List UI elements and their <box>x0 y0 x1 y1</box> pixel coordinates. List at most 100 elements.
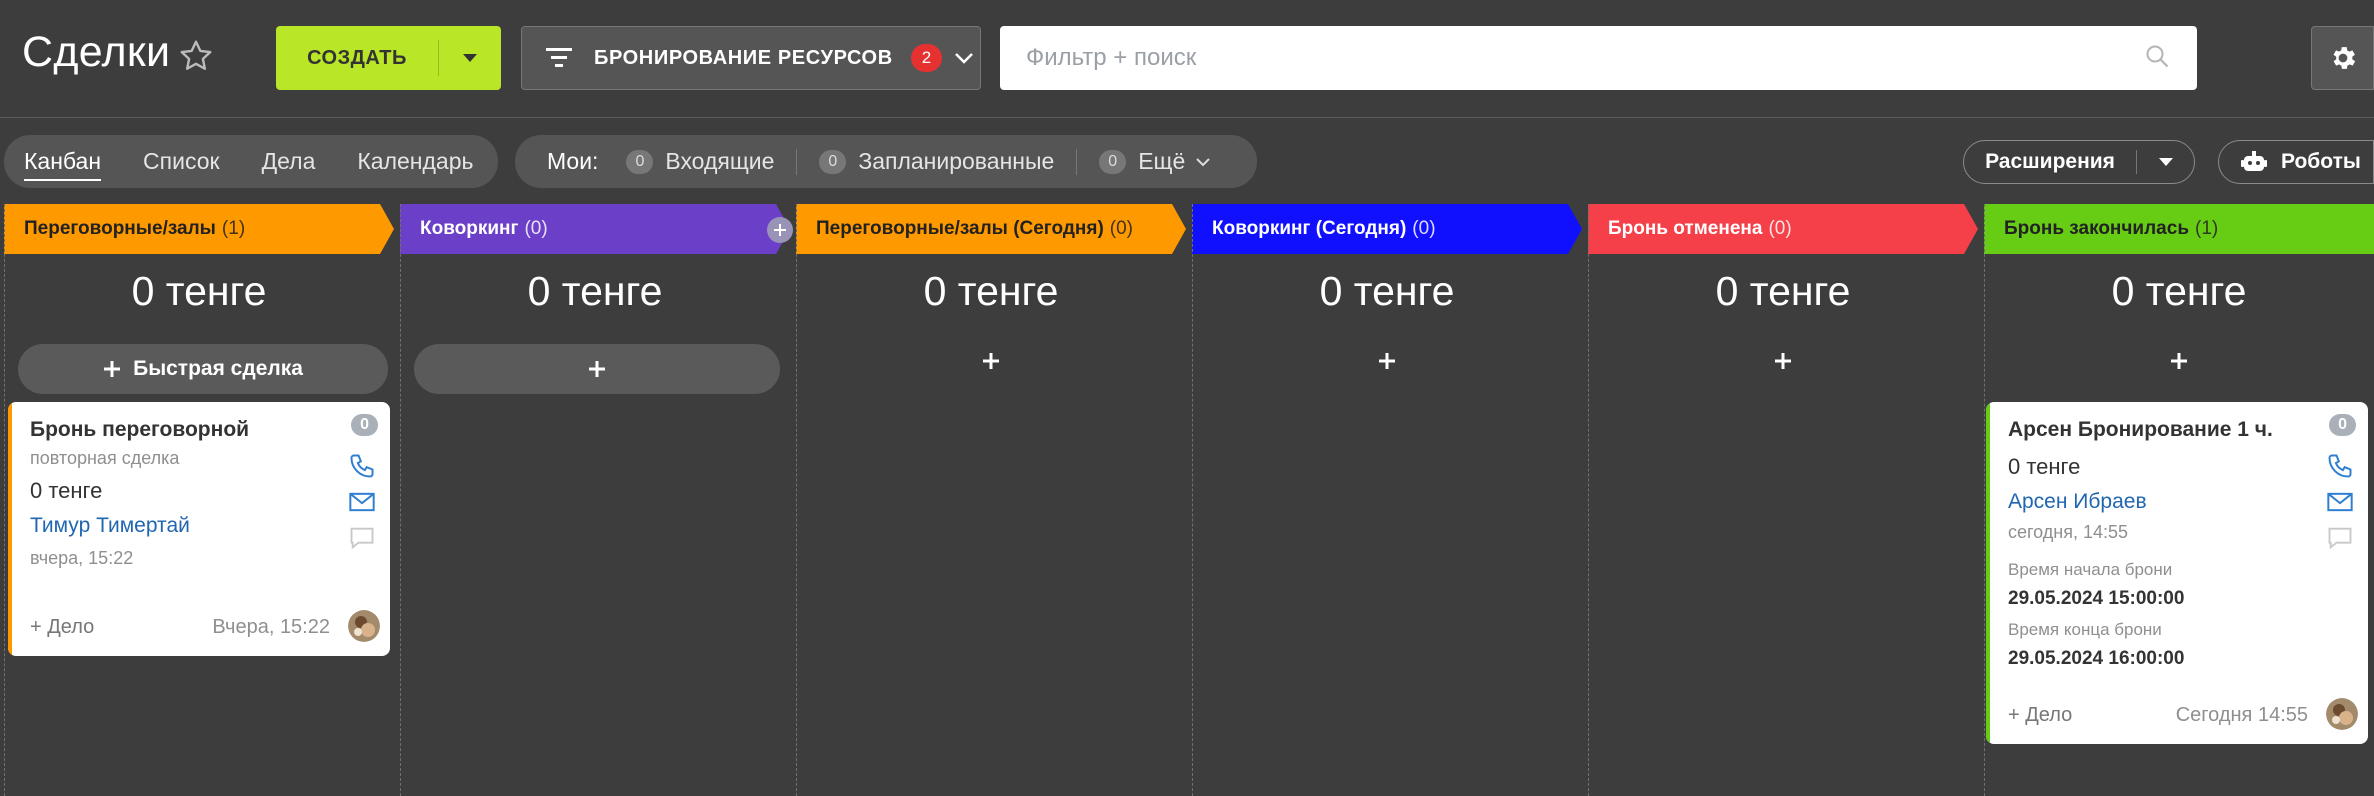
create-button-label: СОЗДАТЬ <box>307 46 407 69</box>
add-activity-link[interactable]: + Дело <box>2008 704 2072 727</box>
tab-calendar[interactable]: Календарь <box>357 148 473 175</box>
create-dropdown-caret-icon[interactable] <box>439 54 501 62</box>
column-count: (0) <box>1412 218 1436 239</box>
kanban-column: Переговорные/залы (Сегодня) (0) 0 тенге <box>796 204 1186 796</box>
plus-icon <box>104 361 121 377</box>
chevron-down-icon[interactable] <box>954 52 974 64</box>
chevron-down-icon <box>1196 157 1210 166</box>
add-deal-button[interactable] <box>1984 352 2374 370</box>
filter-preset-button[interactable]: БРОНИРОВАНИЕ РЕСУРСОВ 2 <box>521 26 981 90</box>
counter-incoming[interactable]: 0 Входящие <box>626 148 774 175</box>
quick-deal-label: Быстрая сделка <box>133 357 303 380</box>
kanban-column: Бронь закончилась (1) 0 тенге Арсен Брон… <box>1984 204 2374 796</box>
kanban-column: Коворкинг (0) 0 тенге <box>400 204 790 796</box>
top-toolbar: Сделки СОЗДАТЬ БРОНИРОВАНИЕ РЕСУРСОВ 2 <box>0 0 2374 116</box>
column-sum: 0 тенге <box>2111 268 2247 314</box>
add-column-button[interactable] <box>767 217 793 243</box>
column-title: Переговорные/залы (Сегодня) <box>816 218 1104 239</box>
contact-link[interactable]: Арсен Ибраев <box>2008 490 2147 514</box>
contact-link[interactable]: Тимур Тимертай <box>30 514 190 538</box>
column-header[interactable]: Бронь закончилась (1) <box>1984 204 2218 254</box>
mail-icon[interactable] <box>2326 488 2354 516</box>
counter-planned[interactable]: 0 Запланированные <box>819 148 1054 175</box>
filter-icon <box>546 48 572 67</box>
deal-card[interactable]: Бронь переговорной повторная сделка 0 те… <box>8 402 390 656</box>
column-sum: 0 тенге <box>1715 268 1851 314</box>
column-title: Бронь закончилась <box>2004 218 2189 239</box>
column-header[interactable]: Переговорные/залы (Сегодня) (0) <box>796 204 1133 254</box>
add-deal-button[interactable] <box>414 344 780 394</box>
column-count: (0) <box>1109 218 1134 239</box>
avatar[interactable] <box>2326 698 2358 730</box>
robots-button[interactable]: Роботы <box>2218 140 2374 184</box>
filter-preset-label: БРОНИРОВАНИЕ РЕСУРСОВ <box>594 46 893 69</box>
search-icon[interactable] <box>2145 44 2171 70</box>
header-divider <box>0 117 2374 118</box>
phone-icon[interactable] <box>348 452 376 480</box>
deal-amount: 0 тенге <box>30 478 103 503</box>
tab-list[interactable]: Список <box>143 148 220 175</box>
column-title: Коворкинг <box>420 218 519 239</box>
mail-icon[interactable] <box>348 488 376 516</box>
plus-icon <box>983 353 999 369</box>
counter-incoming-label: Входящие <box>665 148 775 174</box>
deal-card[interactable]: Арсен Бронирование 1 ч. 0 тенге Арсен Иб… <box>1986 402 2368 744</box>
create-button[interactable]: СОЗДАТЬ <box>276 26 501 90</box>
counter-planned-count: 0 <box>819 149 847 174</box>
column-sum: 0 тенге <box>131 268 267 314</box>
robot-icon <box>2241 151 2267 171</box>
counter-more-label: Ещё <box>1138 148 1186 174</box>
add-activity-link[interactable]: + Дело <box>30 616 94 639</box>
quick-deal-button[interactable]: Быстрая сделка <box>18 344 388 394</box>
counter-separator <box>1076 148 1078 175</box>
filter-count-badge: 2 <box>910 44 943 72</box>
robots-label: Роботы <box>2281 150 2361 173</box>
settings-button[interactable] <box>2311 26 2374 90</box>
add-deal-button[interactable] <box>1192 352 1582 370</box>
activity-count-badge: 0 <box>351 414 378 436</box>
start-time-value: 29.05.2024 15:00:00 <box>2008 588 2185 609</box>
deal-time: вчера, 15:22 <box>30 548 134 568</box>
counter-planned-label: Запланированные <box>858 148 1055 174</box>
add-deal-button[interactable] <box>796 352 1186 370</box>
column-header[interactable]: Коворкинг (0) <box>400 204 548 254</box>
column-divider <box>1588 204 1589 796</box>
plus-icon <box>1775 353 1791 369</box>
search-input[interactable] <box>1026 44 2126 72</box>
column-count: (0) <box>524 218 548 239</box>
search-box[interactable] <box>1000 26 2197 90</box>
start-time-label: Время начала брони <box>2008 560 2173 579</box>
extensions-caret-icon[interactable] <box>2137 158 2194 166</box>
column-title: Бронь отменена <box>1608 218 1763 239</box>
deal-title[interactable]: Арсен Бронирование 1 ч. <box>2008 418 2273 442</box>
column-count: (1) <box>221 218 246 239</box>
card-stage-stripe <box>8 402 12 656</box>
extensions-button[interactable]: Расширения <box>1963 140 2195 184</box>
column-count: (1) <box>2195 218 2219 239</box>
add-deal-button[interactable] <box>1588 352 1978 370</box>
deal-title[interactable]: Бронь переговорной <box>30 418 249 442</box>
extensions-label: Расширения <box>1985 150 2115 173</box>
card-date: Вчера, 15:22 <box>212 616 330 638</box>
activity-count-badge: 0 <box>2329 414 2356 436</box>
avatar[interactable] <box>348 610 380 642</box>
chat-icon[interactable] <box>348 524 376 552</box>
end-time-label: Время конца брони <box>2008 620 2162 639</box>
column-divider <box>1984 204 1985 796</box>
column-header[interactable]: Коворкинг (Сегодня) (0) <box>1192 204 1436 254</box>
tab-kanban[interactable]: Канбан <box>24 148 102 181</box>
counter-separator <box>796 148 798 175</box>
plus-icon <box>589 361 605 377</box>
counter-incoming-count: 0 <box>626 149 654 174</box>
column-sum: 0 тенге <box>1319 268 1455 314</box>
chat-icon[interactable] <box>2326 524 2354 552</box>
phone-icon[interactable] <box>2326 452 2354 480</box>
plus-icon <box>2171 353 2187 369</box>
column-divider <box>400 204 401 796</box>
tab-activities[interactable]: Дела <box>262 148 316 175</box>
column-header[interactable]: Переговорные/залы (1) <box>4 204 245 254</box>
gear-icon <box>2333 47 2355 69</box>
favorite-star-icon[interactable] <box>178 38 214 74</box>
counter-more[interactable]: 0 Ещё <box>1099 148 1211 175</box>
column-header[interactable]: Бронь отменена (0) <box>1588 204 1792 254</box>
